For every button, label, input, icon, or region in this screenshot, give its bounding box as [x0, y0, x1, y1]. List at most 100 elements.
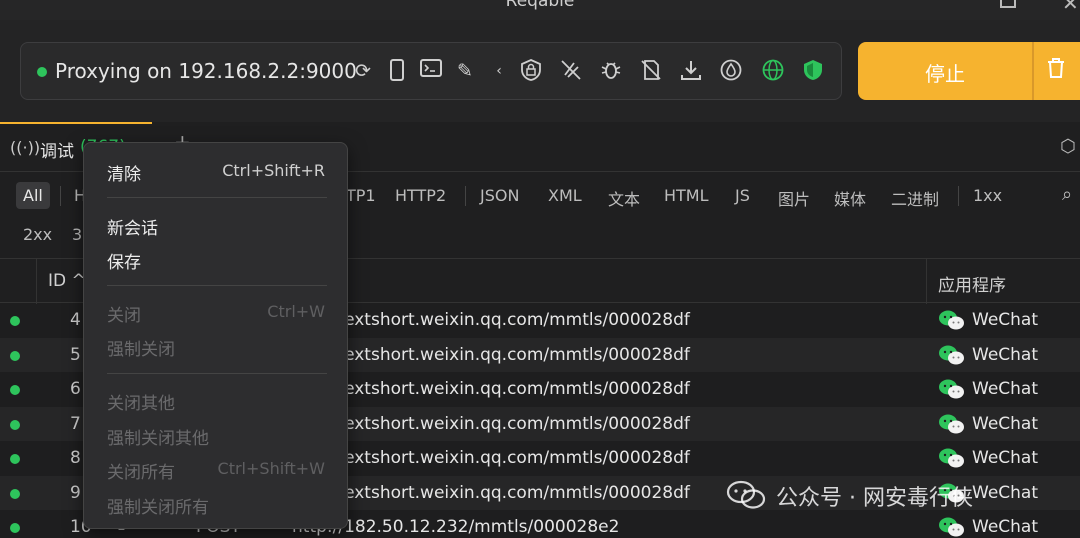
column-divider	[926, 259, 927, 304]
search-icon[interactable]: ⌕	[1062, 184, 1072, 205]
column-id-header[interactable]: ID ^	[48, 271, 86, 291]
filter-2xx[interactable]: 2xx	[23, 225, 52, 244]
row-app-name: WeChat	[972, 482, 1038, 503]
status-dot	[10, 419, 20, 430]
filter-divider	[465, 186, 466, 206]
globe-icon[interactable]	[761, 59, 785, 83]
title-bar: ⌐ Reqable ✕	[0, 0, 1080, 20]
status-dot	[10, 523, 20, 533]
menu-divider	[107, 285, 327, 286]
filter-xml[interactable]: XML	[548, 186, 582, 205]
row-app-name: WeChat	[972, 448, 1038, 468]
row-url: http://extshort.weixin.qq.com/mmtls/0000…	[292, 379, 690, 399]
menu-item-close-shortcut: Ctrl+W	[267, 302, 325, 321]
row-url: http://extshort.weixin.qq.com/mmtls/0000…	[292, 344, 690, 365]
download-icon[interactable]	[679, 59, 703, 83]
stop-button[interactable]: 停止	[858, 42, 1080, 100]
row-id: 7	[70, 413, 81, 434]
status-dot	[10, 350, 20, 361]
proxy-status-box: Proxying on 192.168.2.2:9000 ⟳ ✎ ‹	[20, 42, 842, 100]
row-id: 8	[70, 448, 81, 468]
filter-3xx[interactable]: 3	[72, 225, 82, 244]
tab-debug-label: 调试	[40, 142, 74, 162]
filter-json[interactable]: JSON	[480, 186, 519, 205]
terminal-icon[interactable]	[419, 59, 443, 83]
filter-media[interactable]: 媒体	[834, 186, 866, 210]
context-menu: 清除 Ctrl+Shift+R 新会话 保存 关闭 Ctrl+W 强制关闭 关闭…	[83, 142, 348, 529]
row-url: http://extshort.weixin.qq.com/mmtls/0000…	[292, 448, 690, 468]
menu-item-close-all-shortcut: Ctrl+Shift+W	[217, 459, 325, 478]
menu-item-close-others: 关闭其他	[107, 394, 175, 414]
trash-icon[interactable]	[1046, 57, 1066, 85]
no-file-icon[interactable]	[639, 59, 663, 83]
column-app-header[interactable]: 应用程序	[938, 271, 1006, 296]
drop-icon[interactable]	[719, 59, 743, 83]
phone-icon[interactable]	[385, 59, 409, 83]
menu-item-force-close-others: 强制关闭其他	[107, 429, 209, 449]
filter-js[interactable]: JS	[735, 186, 750, 205]
menu-item-save[interactable]: 保存	[107, 248, 141, 273]
filter-image[interactable]: 图片	[778, 186, 810, 210]
close-window-button[interactable]: ✕	[1062, 0, 1079, 15]
chevron-left-icon[interactable]: ‹	[487, 59, 511, 83]
filter-divider	[958, 186, 959, 206]
menu-item-new-session[interactable]: 新会话	[107, 214, 158, 239]
row-app-name: WeChat	[972, 310, 1038, 330]
status-dot	[10, 385, 20, 395]
menu-item-force-close-all: 强制关闭所有	[107, 498, 209, 518]
row-app-name: WeChat	[972, 413, 1038, 434]
status-dot	[10, 316, 20, 326]
row-id: 9	[70, 482, 81, 503]
row-url: http://extshort.weixin.qq.com/mmtls/0000…	[292, 310, 690, 330]
stop-button-label: 停止	[925, 62, 965, 86]
row-app-name: WeChat	[972, 517, 1038, 537]
maximize-button[interactable]	[1000, 0, 1016, 8]
wechat-icon	[938, 378, 966, 400]
row-url: http://extshort.weixin.qq.com/mmtls/0000…	[292, 413, 690, 434]
status-dot	[10, 454, 20, 464]
watermark-text: 公众号 · 网安毒行侠	[776, 486, 973, 511]
no-cast-icon[interactable]	[559, 59, 583, 83]
row-app-name: WeChat	[972, 379, 1038, 399]
row-id: 4	[70, 310, 81, 330]
status-dot	[10, 488, 20, 499]
menu-item-clear-label: 清除	[107, 165, 141, 185]
filter-1xx[interactable]: 1xx	[973, 186, 1002, 205]
filter-text[interactable]: 文本	[608, 186, 640, 210]
menu-divider	[107, 197, 327, 198]
broadcast-icon: ((·))	[10, 138, 41, 157]
filter-http1[interactable]: TP1	[346, 186, 376, 205]
wechat-icon	[938, 516, 966, 538]
menu-item-force-close: 强制关闭	[107, 340, 175, 360]
wechat-icon	[938, 413, 966, 435]
filter-all[interactable]: All	[16, 182, 50, 209]
lock-shield-icon[interactable]	[519, 59, 543, 83]
bug-icon[interactable]	[599, 59, 623, 83]
filter-http2[interactable]: HTTP2	[395, 186, 446, 205]
wechat-icon	[938, 309, 966, 331]
window-title: Reqable	[505, 0, 575, 11]
menu-item-close-label: 关闭	[107, 306, 141, 326]
column-divider	[36, 259, 37, 304]
filter-binary[interactable]: 二进制	[891, 186, 939, 210]
menu-item-close-all-label: 关闭所有	[107, 463, 175, 483]
row-url: http://extshort.weixin.qq.com/mmtls/0000…	[292, 482, 690, 503]
wechat-icon	[938, 447, 966, 469]
proxy-status-text: Proxying on 192.168.2.2:9000	[55, 59, 357, 83]
row-id: 5	[70, 344, 81, 365]
shield-check-icon[interactable]	[801, 59, 825, 83]
stop-button-divider	[1032, 42, 1034, 100]
row-id: 6	[70, 379, 81, 399]
filter-html[interactable]: HTML	[664, 186, 709, 205]
chat-bubble-icon	[726, 480, 766, 510]
menu-divider	[107, 373, 327, 374]
toolbar: Proxying on 192.168.2.2:9000 ⟳ ✎ ‹ 停止	[0, 20, 1080, 122]
menu-item-clear-shortcut: Ctrl+Shift+R	[222, 161, 325, 180]
wechat-icon	[938, 344, 966, 366]
row-app-name: WeChat	[972, 344, 1038, 365]
cube-icon[interactable]: ⬡	[1060, 136, 1076, 157]
filter-divider	[60, 186, 61, 206]
proxy-status-dot	[37, 67, 47, 77]
refresh-icon[interactable]: ⟳	[351, 59, 375, 83]
pencil-icon[interactable]: ✎	[453, 59, 477, 83]
